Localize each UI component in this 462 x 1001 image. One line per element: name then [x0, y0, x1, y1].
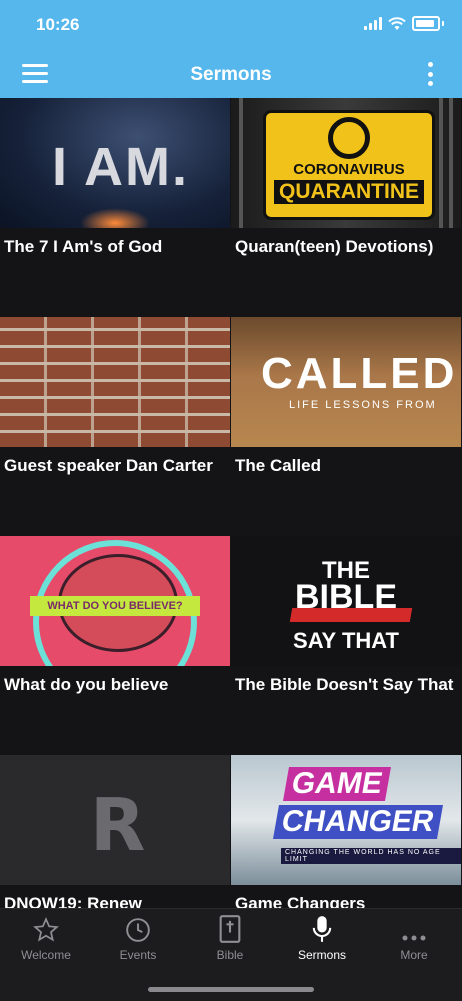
page-title: Sermons: [190, 64, 272, 85]
status-icons: [364, 16, 444, 31]
sermon-title: DNOW19: Renew: [4, 894, 142, 908]
tab-bible[interactable]: Bible: [184, 909, 276, 969]
sermon-thumbnail: GAME CHANGER CHANGING THE WORLD HAS NO AGE…: [231, 755, 461, 885]
tab-more[interactable]: More: [368, 909, 460, 969]
sermon-title: Game Changers: [235, 894, 366, 908]
sermon-card[interactable]: R DNOW19: Renew: [0, 755, 230, 908]
sermon-title: The Called: [235, 456, 321, 475]
sermon-thumbnail: I AM.: [0, 98, 230, 228]
sermon-card[interactable]: I AM. The 7 I Am's of God: [0, 98, 230, 317]
app-header: 10:26 Sermons: [0, 0, 462, 98]
tab-bar: Welcome Events Bible Sermons More: [0, 908, 462, 1001]
sermon-card[interactable]: WHAT DO YOU BELIEVE? What do you believe: [0, 536, 230, 755]
biohazard-icon: [328, 117, 370, 159]
bible-icon: [219, 915, 241, 943]
sermon-thumbnail: THE BIBLE SAY THAT: [231, 536, 461, 666]
home-indicator: [148, 987, 314, 992]
sermon-card[interactable]: CORONAVIRUS QUARANTINE Quaran(teen) Devot…: [231, 98, 461, 317]
sermon-thumbnail: WHAT DO YOU BELIEVE?: [0, 536, 230, 666]
wifi-icon: [388, 16, 406, 30]
status-time: 10:26: [36, 15, 80, 34]
sermon-card[interactable]: Guest speaker Dan Carter: [0, 317, 230, 536]
battery-icon: [412, 16, 440, 31]
tab-welcome[interactable]: Welcome: [0, 909, 92, 969]
more-options-button[interactable]: [426, 62, 434, 86]
sermon-title: Guest speaker Dan Carter: [4, 456, 213, 475]
sermon-card[interactable]: GAME CHANGER CHANGING THE WORLD HAS NO AGE…: [231, 755, 461, 908]
signal-icon: [364, 17, 382, 30]
tab-events[interactable]: Events: [92, 909, 184, 969]
sermon-thumbnail: CALLED LIFE LESSONS FROM: [231, 317, 461, 447]
sermon-title: The 7 I Am's of God: [4, 237, 163, 256]
tab-sermons[interactable]: Sermons: [276, 909, 368, 969]
sermon-title: The Bible Doesn't Say That: [235, 675, 454, 694]
star-icon: [33, 917, 59, 942]
sermon-card[interactable]: THE BIBLE SAY THAT The Bible Doesn't Say T…: [231, 536, 461, 755]
sermon-title: What do you believe: [4, 675, 169, 694]
sermon-thumbnail: [0, 317, 230, 447]
sermon-thumbnail: CORONAVIRUS QUARANTINE: [231, 98, 461, 228]
sermon-title: Quaran(teen) Devotions): [235, 237, 434, 256]
sermon-card[interactable]: CALLED LIFE LESSONS FROM The Called: [231, 317, 461, 536]
renew-logo: R: [90, 783, 146, 867]
sermon-thumbnail: R: [0, 755, 230, 885]
clock-icon: [126, 918, 150, 942]
horizontal-dots-icon: [402, 935, 426, 941]
sermon-grid: I AM. The 7 I Am's of God CORONAVIRUS QUA…: [0, 98, 462, 908]
microphone-icon: [312, 916, 332, 942]
